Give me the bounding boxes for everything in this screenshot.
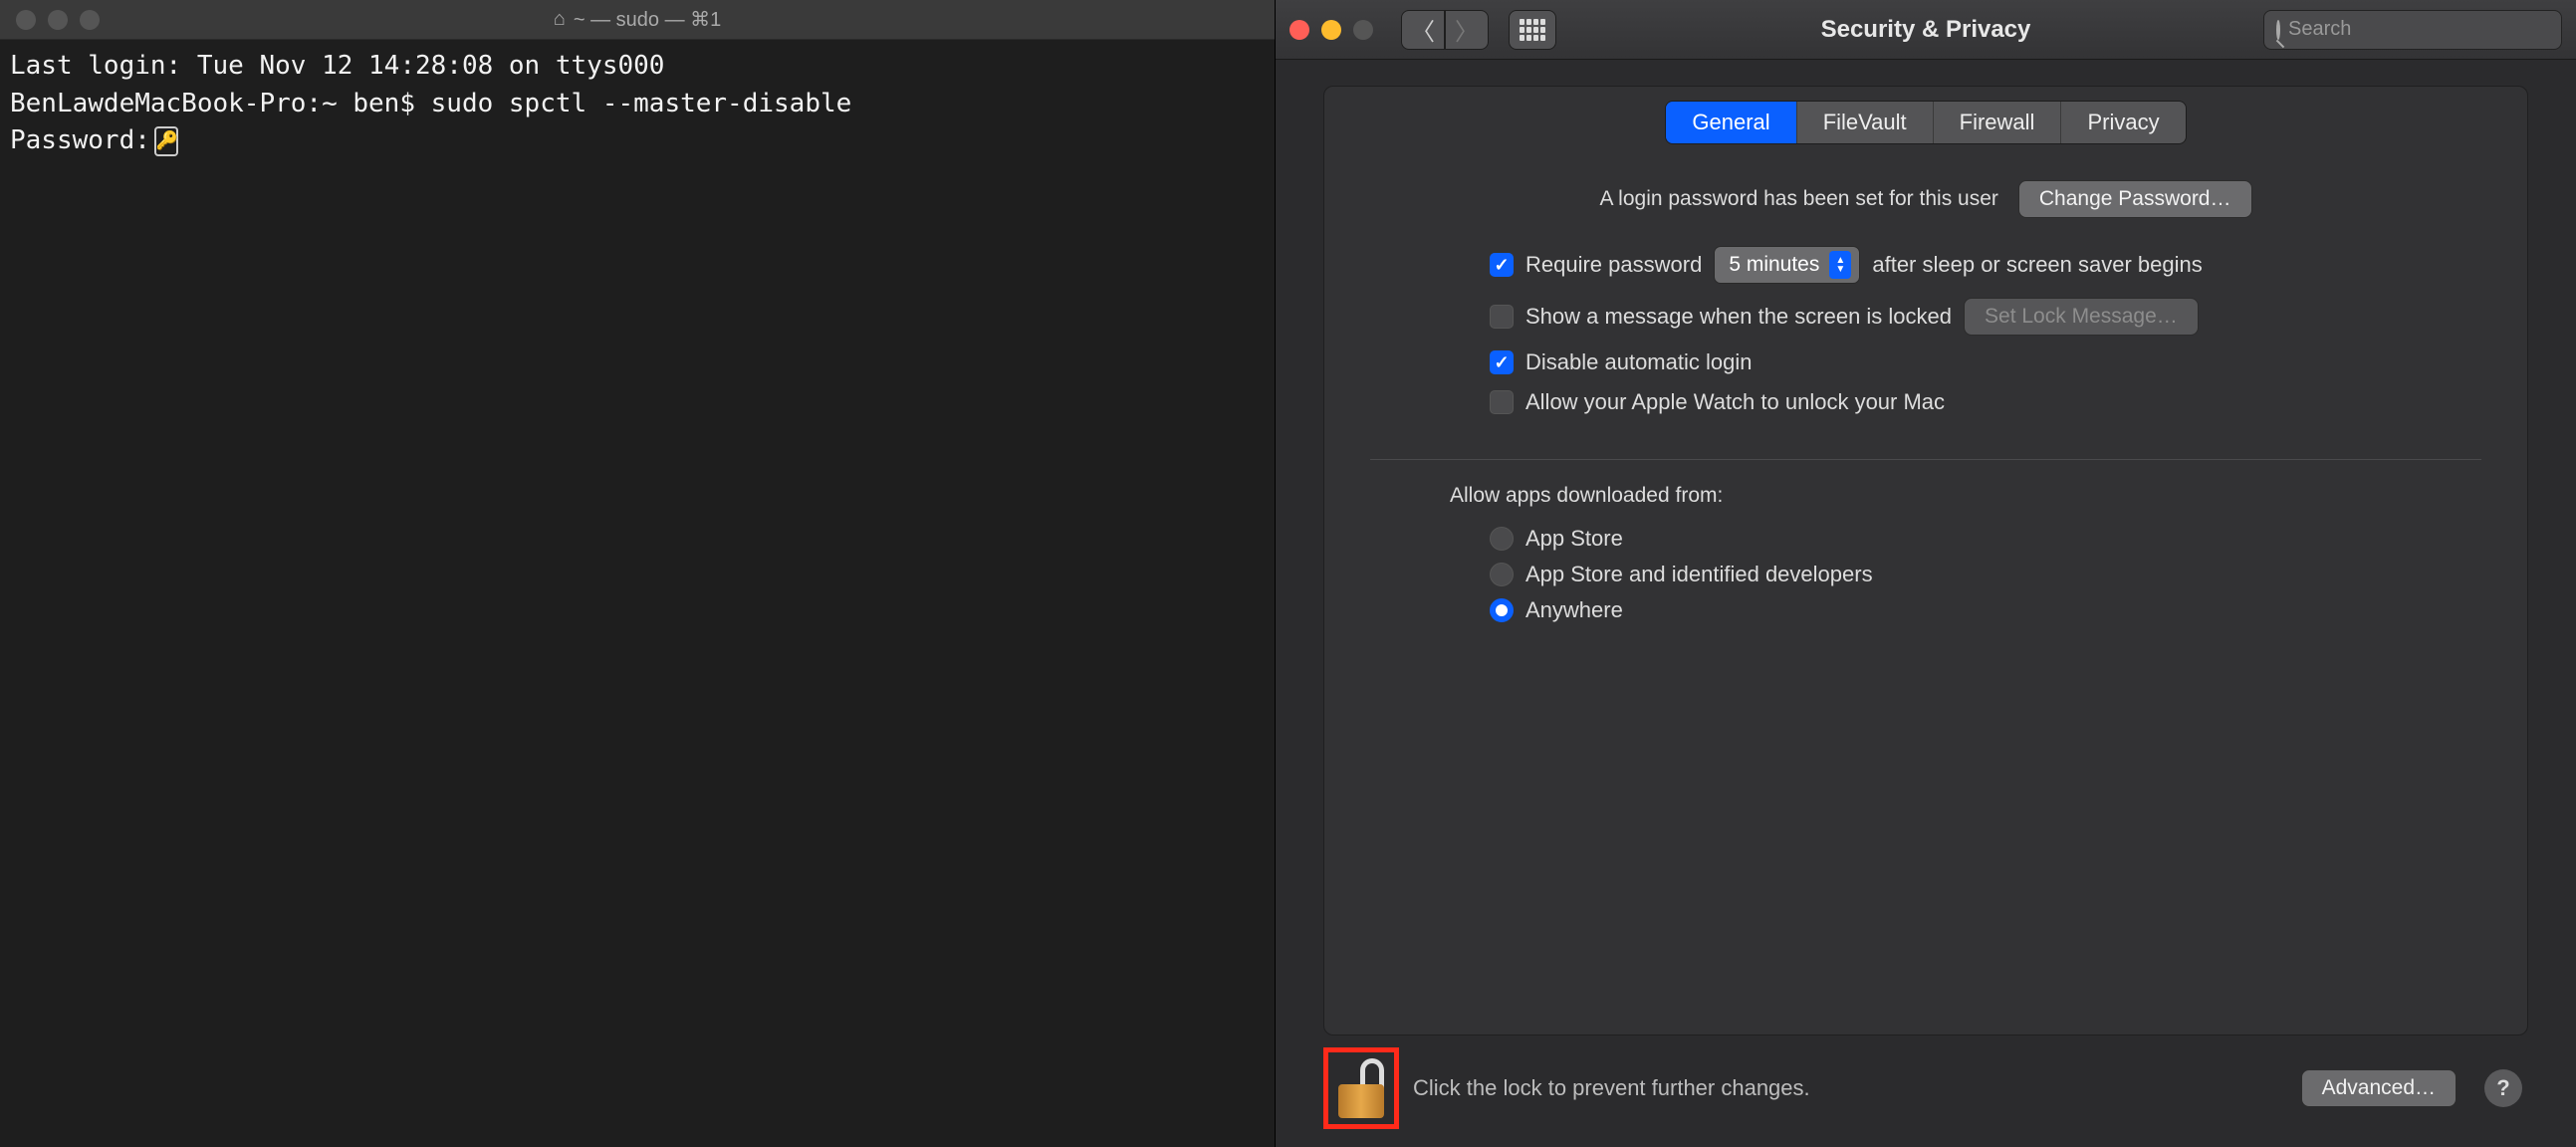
nav-buttons: 〈 〉 <box>1401 10 1489 50</box>
search-icon <box>2276 20 2280 40</box>
syspref-body: General FileVault Firewall Privacy A log… <box>1276 60 2576 1147</box>
search-input[interactable] <box>2288 18 2552 41</box>
terminal-close-dot[interactable] <box>16 10 36 30</box>
terminal-window: ⌂ ~ — sudo — ⌘1 Last login: Tue Nov 12 1… <box>0 0 1275 1147</box>
back-button[interactable]: 〈 <box>1401 10 1445 50</box>
terminal-line-1: Last login: Tue Nov 12 14:28:08 on ttys0… <box>10 51 664 81</box>
allow-apps-radios: App Store App Store and identified devel… <box>1370 526 2481 633</box>
terminal-title-text: ~ — sudo — ⌘1 <box>574 7 721 32</box>
show-message-checkbox[interactable] <box>1490 305 1514 329</box>
footer: Click the lock to prevent further change… <box>1323 1047 2528 1133</box>
require-password-label: Require password <box>1525 252 1702 278</box>
terminal-min-dot[interactable] <box>48 10 68 30</box>
advanced-button[interactable]: Advanced… <box>2301 1069 2457 1107</box>
allow-apps-heading: Allow apps downloaded from: <box>1370 484 2481 508</box>
radio-row-identified: App Store and identified developers <box>1490 562 2481 587</box>
lock-highlight <box>1323 1047 1399 1129</box>
terminal-traffic-lights <box>16 10 100 30</box>
tab-filevault[interactable]: FileVault <box>1797 102 1934 143</box>
radio-row-appstore: App Store <box>1490 526 2481 552</box>
login-password-label: A login password has been set for this u… <box>1599 187 1997 211</box>
separator <box>1370 459 2481 460</box>
terminal-line-2: BenLawdeMacBook-Pro:~ ben$ sudo spctl --… <box>10 89 851 118</box>
radio-appstore-label: App Store <box>1525 526 1623 552</box>
set-lock-message-button: Set Lock Message… <box>1964 298 2199 336</box>
key-icon: 🔑 <box>154 126 178 156</box>
require-password-row: ✓ Require password 5 minutes after sleep… <box>1490 246 2481 284</box>
radio-row-anywhere: Anywhere <box>1490 597 2481 623</box>
show-message-label: Show a message when the screen is locked <box>1525 304 1952 330</box>
radio-anywhere[interactable] <box>1490 598 1514 622</box>
window-zoom-button[interactable] <box>1353 20 1373 40</box>
terminal-zoom-dot[interactable] <box>80 10 100 30</box>
tab-general[interactable]: General <box>1666 102 1796 143</box>
radio-appstore[interactable] <box>1490 527 1514 551</box>
terminal-password-prompt: Password: <box>10 125 150 155</box>
require-password-delay-select[interactable]: 5 minutes <box>1714 246 1860 284</box>
tab-bar: General FileVault Firewall Privacy <box>1665 101 2186 144</box>
tab-firewall[interactable]: Firewall <box>1934 102 2062 143</box>
stepper-icon <box>1829 251 1851 279</box>
terminal-titlebar: ⌂ ~ — sudo — ⌘1 <box>0 0 1275 40</box>
search-field-wrap[interactable] <box>2263 10 2562 50</box>
radio-identified-label: App Store and identified developers <box>1525 562 1873 587</box>
home-icon: ⌂ <box>554 8 566 31</box>
forward-button[interactable]: 〉 <box>1445 10 1489 50</box>
disable-auto-login-label: Disable automatic login <box>1525 349 1752 375</box>
window-close-button[interactable] <box>1289 20 1309 40</box>
disable-auto-login-row: ✓ Disable automatic login <box>1490 349 2481 375</box>
chevron-right-icon: 〉 <box>1455 12 1479 47</box>
chevron-left-icon: 〈 <box>1411 12 1435 47</box>
syspref-toolbar: 〈 〉 Security & Privacy <box>1276 0 2576 60</box>
change-password-button[interactable]: Change Password… <box>2018 180 2252 218</box>
checkbox-section: ✓ Require password 5 minutes after sleep… <box>1370 246 2481 429</box>
unlock-icon[interactable] <box>1338 1058 1384 1118</box>
radio-anywhere-label: Anywhere <box>1525 597 1623 623</box>
terminal-title: ⌂ ~ — sudo — ⌘1 <box>0 7 1275 32</box>
show-all-button[interactable] <box>1509 10 1556 50</box>
require-password-after-label: after sleep or screen saver begins <box>1872 252 2202 278</box>
login-password-row: A login password has been set for this u… <box>1370 180 2481 218</box>
show-message-row: Show a message when the screen is locked… <box>1490 298 2481 336</box>
apple-watch-checkbox[interactable] <box>1490 390 1514 414</box>
disable-auto-login-checkbox[interactable]: ✓ <box>1490 350 1514 374</box>
help-button[interactable]: ? <box>2484 1069 2522 1107</box>
apple-watch-label: Allow your Apple Watch to unlock your Ma… <box>1525 389 1945 415</box>
apple-watch-row: Allow your Apple Watch to unlock your Ma… <box>1490 389 2481 415</box>
require-password-delay-value: 5 minutes <box>1729 253 1819 277</box>
system-preferences-window: 〈 〉 Security & Privacy General FileVault… <box>1275 0 2576 1147</box>
tab-privacy[interactable]: Privacy <box>2061 102 2185 143</box>
radio-identified-developers[interactable] <box>1490 563 1514 586</box>
grid-icon <box>1520 19 1545 41</box>
content-pane: General FileVault Firewall Privacy A log… <box>1323 86 2528 1035</box>
lock-hint-text: Click the lock to prevent further change… <box>1413 1075 1810 1101</box>
terminal-body[interactable]: Last login: Tue Nov 12 14:28:08 on ttys0… <box>0 40 1275 1147</box>
window-minimize-button[interactable] <box>1321 20 1341 40</box>
syspref-traffic-lights <box>1289 20 1373 40</box>
require-password-checkbox[interactable]: ✓ <box>1490 253 1514 277</box>
